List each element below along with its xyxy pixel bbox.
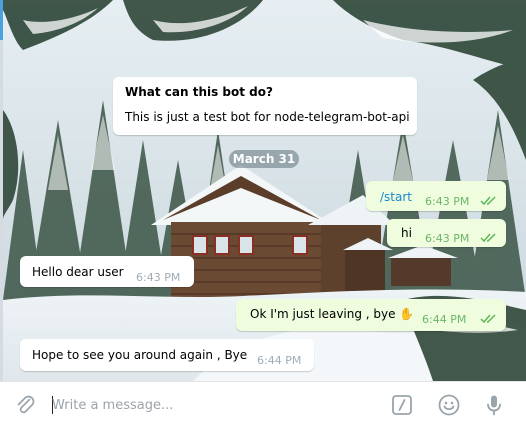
message-text: hi <box>401 226 412 240</box>
message-incoming[interactable]: Hello dear user 6:43 PM <box>20 256 194 287</box>
message-outgoing[interactable]: /start 6:43 PM <box>366 181 506 211</box>
double-check-icon <box>480 233 496 243</box>
slash-command-icon[interactable] <box>390 393 414 417</box>
bot-info-description: This is just a test bot for node-telegra… <box>125 110 410 124</box>
message-text: Hello dear user <box>32 265 124 279</box>
double-check-icon <box>480 314 496 324</box>
message-incoming[interactable]: Hope to see you around again , Bye 6:44 … <box>20 339 314 371</box>
message-text: Hope to see you around again , Bye <box>32 348 248 362</box>
emoji-smile-icon[interactable] <box>437 393 461 417</box>
message-text: Ok I'm just leaving , bye ✋ <box>250 307 415 321</box>
date-divider: March 31 <box>229 150 299 168</box>
microphone-icon[interactable] <box>482 393 506 417</box>
message-time: 6:43 PM <box>425 232 470 245</box>
message-composer <box>0 381 526 428</box>
message-time: 6:44 PM <box>257 354 302 367</box>
message-outgoing[interactable]: Ok I'm just leaving , bye ✋ 6:44 PM <box>236 299 506 331</box>
message-input[interactable] <box>52 395 372 415</box>
message-outgoing[interactable]: hi 6:43 PM <box>387 219 506 247</box>
bot-info-title: What can this bot do? <box>125 85 273 99</box>
chat-history[interactable]: What can this bot do? This is just a tes… <box>3 0 526 381</box>
command-link[interactable]: /start <box>380 189 412 205</box>
message-time: 6:43 PM <box>136 271 181 284</box>
message-time: 6:44 PM <box>422 313 467 326</box>
message-time: 6:43 PM <box>425 195 470 208</box>
bot-info-card: What can this bot do? This is just a tes… <box>113 77 417 135</box>
paperclip-icon[interactable] <box>13 393 37 417</box>
double-check-icon <box>480 196 496 206</box>
